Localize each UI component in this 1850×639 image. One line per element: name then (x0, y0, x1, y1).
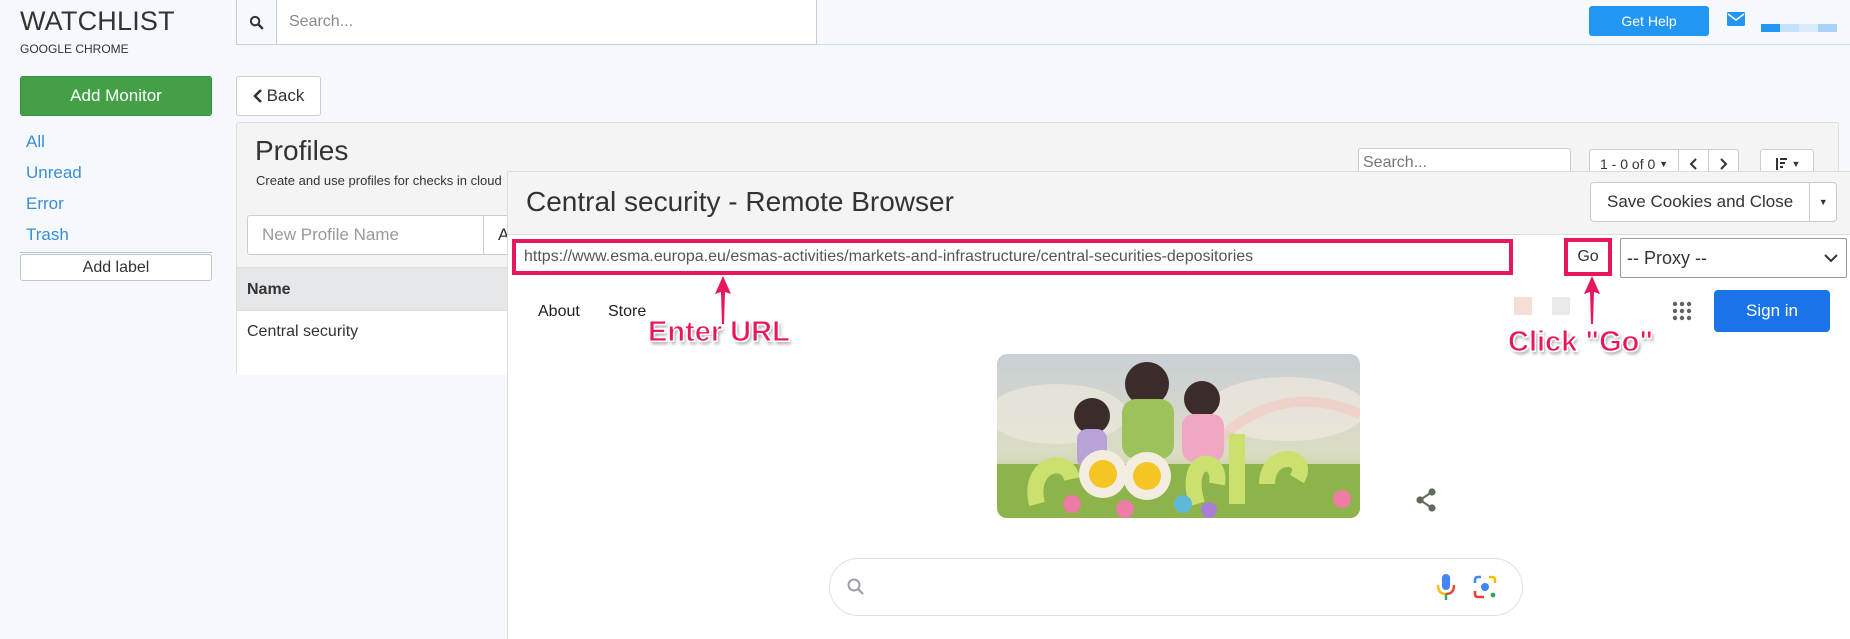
usage-bar (1761, 24, 1837, 32)
pager-range: 1 - 0 of 0 (1600, 156, 1656, 172)
back-label: Back (266, 86, 305, 105)
click-go-annotation: Click "Go" (1507, 326, 1654, 359)
new-profile-name-input[interactable] (248, 216, 484, 254)
click-go-arrow (1584, 276, 1600, 324)
remote-browser-modal: Central security - Remote Browser Save C… (507, 171, 1850, 639)
add-monitor-button[interactable]: Add Monitor (20, 76, 212, 116)
sort-icon (1775, 158, 1787, 170)
enter-url-annotation: Enter URL (648, 316, 791, 349)
save-cookies-and-close-button[interactable]: Save Cookies and Close (1591, 183, 1811, 221)
sidebar-item-error[interactable]: Error (20, 190, 212, 221)
envelope-icon[interactable] (1727, 12, 1745, 26)
sidebar-item-trash[interactable]: Trash (20, 221, 212, 252)
back-button[interactable]: Back (236, 76, 321, 116)
new-profile-group: A (247, 215, 547, 255)
proxy-selected-value: -- Proxy -- (1627, 247, 1707, 268)
global-search-input[interactable] (277, 0, 816, 44)
usage-segment (1818, 24, 1837, 32)
page-title: Profiles (255, 135, 349, 166)
share-icon[interactable] (1415, 488, 1437, 512)
page-subtitle: Create and use profiles for checks in cl… (256, 173, 502, 188)
save-options-dropdown[interactable]: ▼ (1810, 183, 1836, 221)
google-about-link[interactable]: About (538, 303, 580, 321)
google-apps-icon[interactable] (1672, 301, 1692, 321)
placeholder-icon[interactable] (1514, 297, 1532, 315)
usage-segment (1761, 24, 1780, 32)
modal-title: Central security - Remote Browser (526, 186, 954, 217)
brand-title: WATCHLIST (20, 6, 175, 36)
chevron-left-icon (252, 89, 262, 103)
search-icon (847, 578, 864, 595)
modal-header: Central security - Remote Browser Save C… (508, 172, 1850, 235)
brand-subtitle: GOOGLE CHROME (20, 42, 129, 56)
proxy-select[interactable]: -- Proxy -- (1620, 238, 1847, 278)
caret-down-icon: ▼ (1818, 197, 1828, 207)
sidebar-divider (20, 252, 212, 253)
google-doodle-image[interactable] (997, 354, 1360, 518)
chevron-down-icon (1824, 253, 1838, 262)
chevron-right-icon (1720, 158, 1728, 170)
sidebar-item-unread[interactable]: Unread (20, 159, 212, 190)
add-profile-button[interactable]: A (484, 216, 509, 254)
google-sign-in-button[interactable]: Sign in (1714, 290, 1830, 332)
url-bar-row: Go -- Proxy -- (508, 235, 1850, 285)
caret-down-icon: ▼ (1791, 159, 1801, 169)
save-cookies-group: Save Cookies and Close ▼ (1590, 182, 1838, 222)
url-input[interactable] (512, 239, 1513, 275)
sidebar-item-all[interactable]: All (20, 128, 212, 159)
usage-segment (1799, 24, 1818, 32)
placeholder-icon[interactable] (1552, 297, 1570, 315)
google-search-box[interactable] (829, 558, 1523, 616)
add-label-button[interactable]: Add label (20, 254, 212, 281)
google-store-link[interactable]: Store (608, 303, 646, 321)
profile-name-cell: Central security (247, 323, 359, 340)
go-button[interactable]: Go (1564, 238, 1612, 276)
caret-down-icon: ▼ (1659, 159, 1669, 169)
search-icon (237, 0, 277, 44)
microphone-icon[interactable] (1436, 573, 1456, 601)
column-header-name: Name (247, 281, 291, 298)
chevron-left-icon (1689, 158, 1697, 170)
google-lens-icon[interactable] (1472, 574, 1498, 600)
usage-segment (1780, 24, 1799, 32)
get-help-button[interactable]: Get Help (1589, 6, 1709, 36)
global-search (236, 0, 817, 45)
sidebar-nav: All Unread Error Trash Add label (20, 128, 212, 281)
